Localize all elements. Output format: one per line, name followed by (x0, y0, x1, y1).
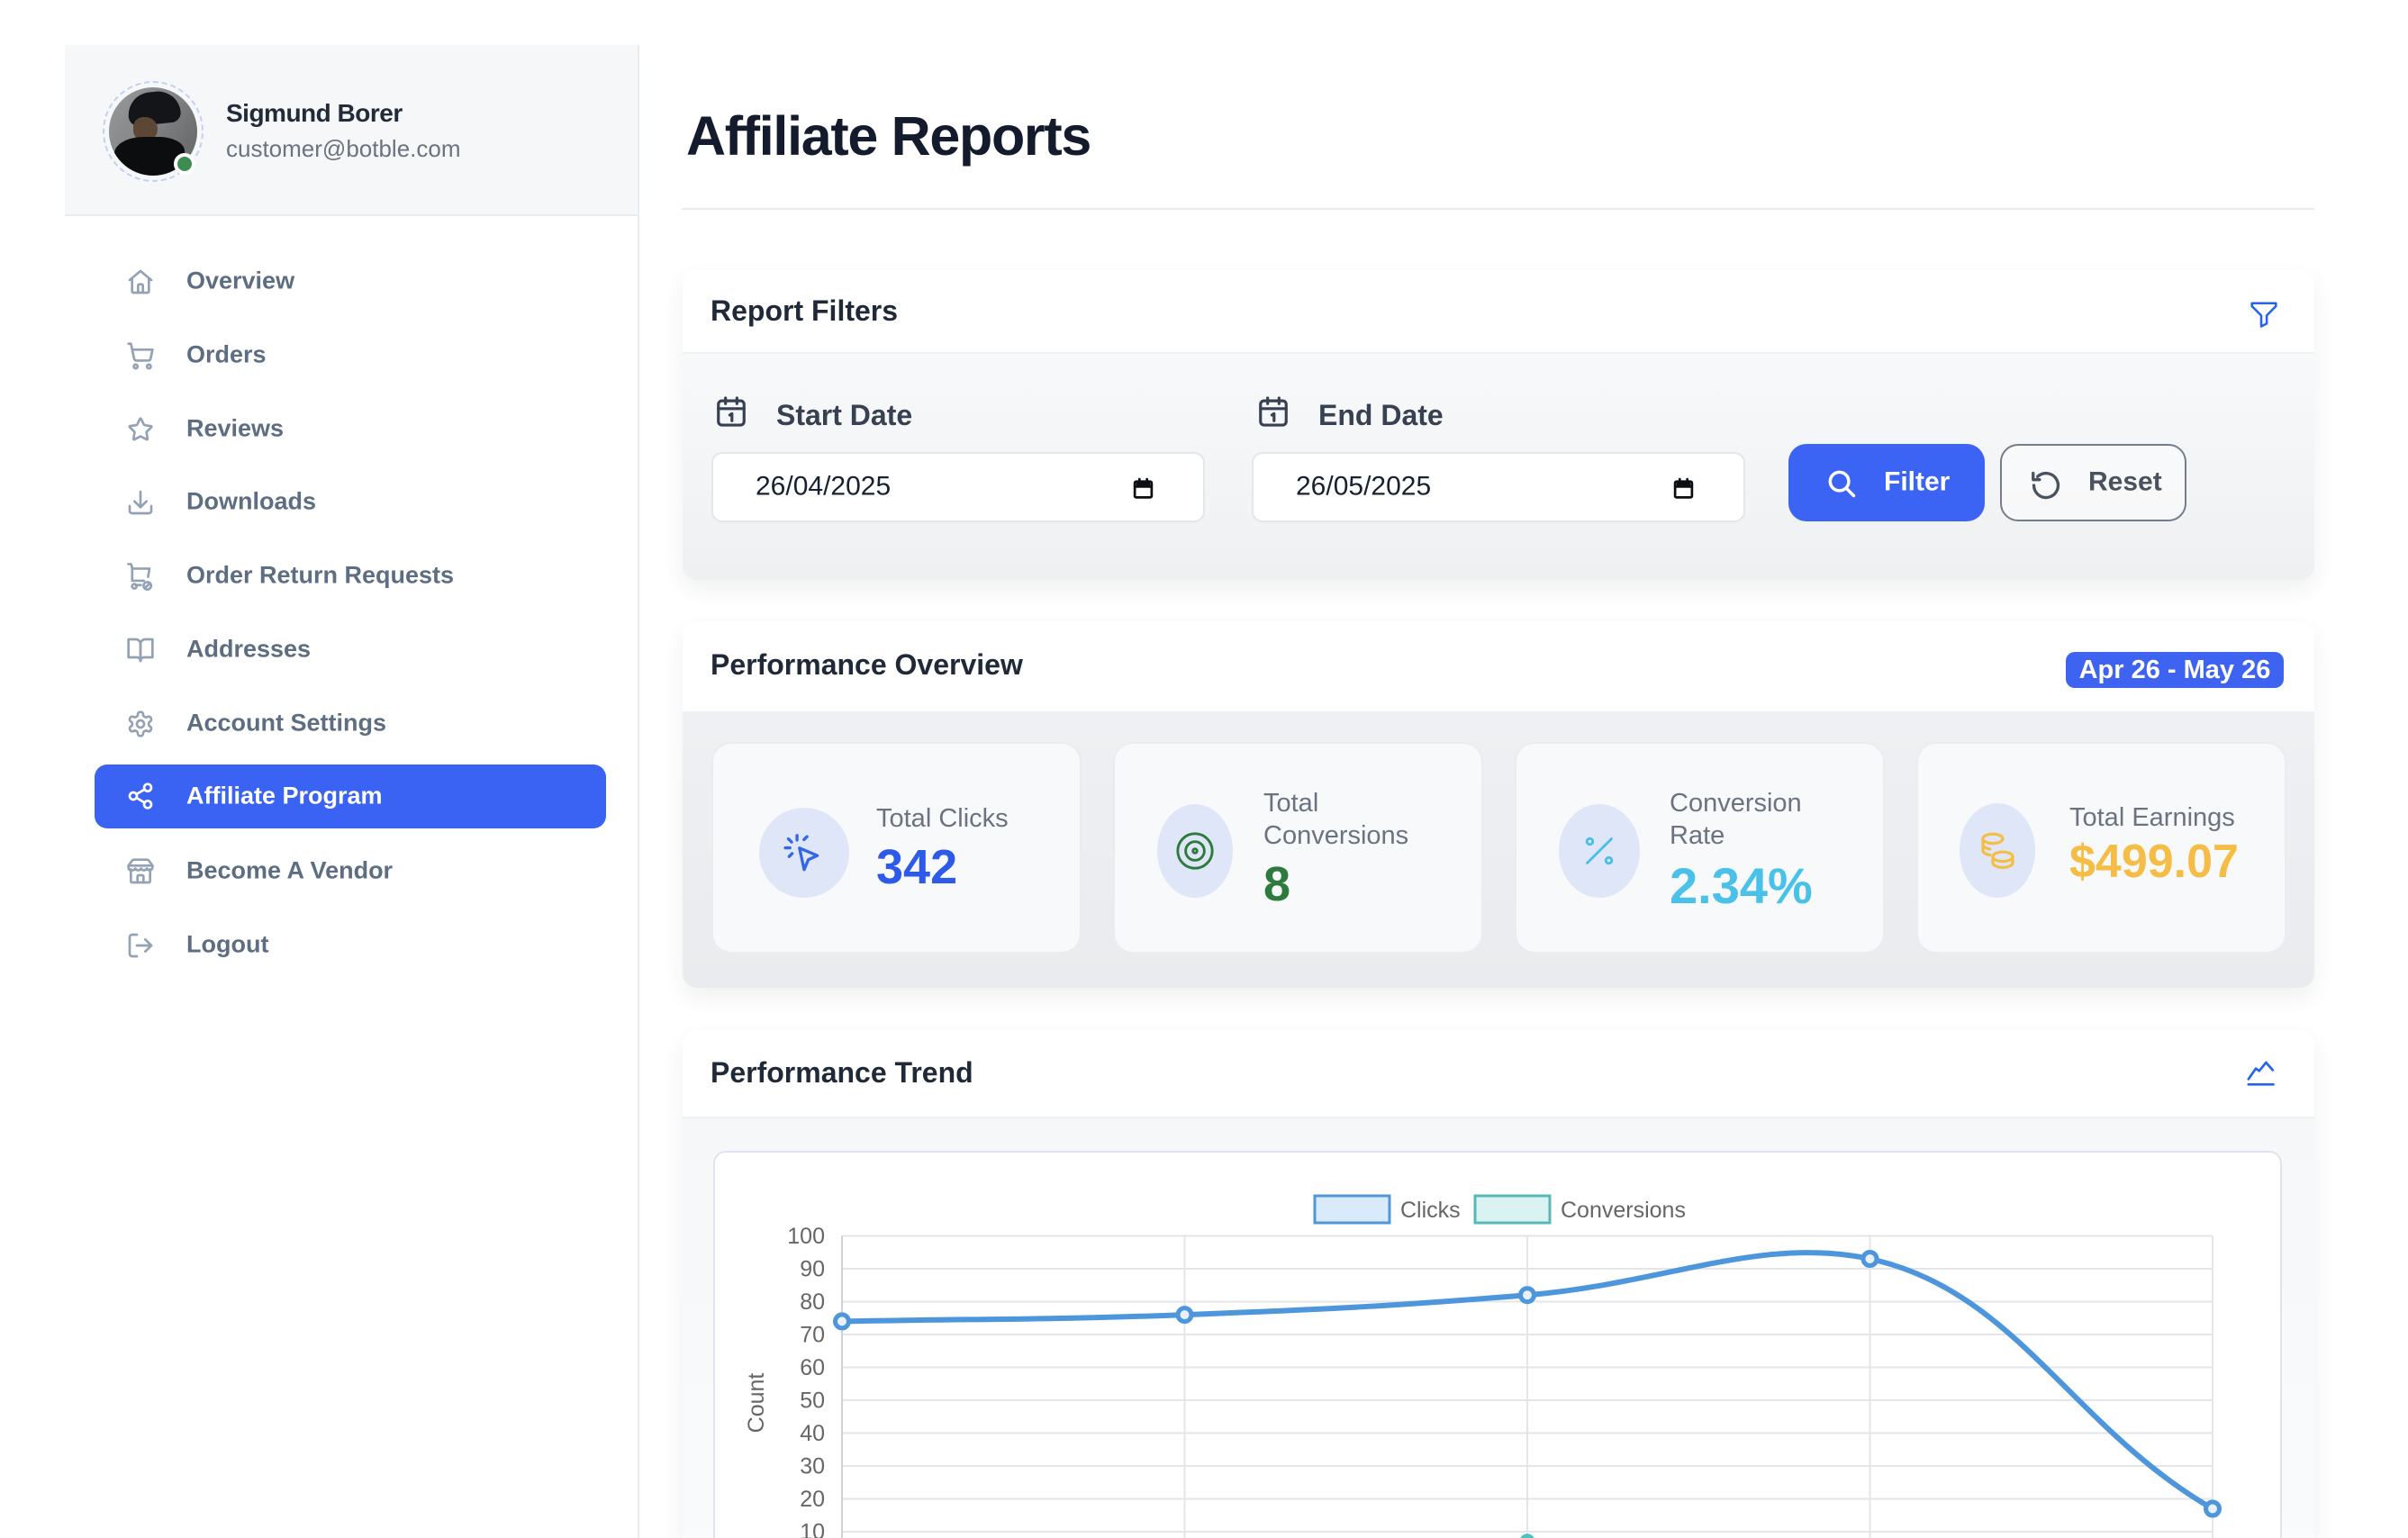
svg-text:Clicks: Clicks (1400, 1198, 1461, 1223)
svg-text:20: 20 (800, 1487, 825, 1512)
svg-text:10: 10 (800, 1520, 825, 1538)
svg-text:Conversions: Conversions (1561, 1198, 1686, 1223)
svg-text:Count: Count (744, 1373, 769, 1434)
svg-text:60: 60 (800, 1355, 825, 1380)
svg-text:80: 80 (800, 1289, 825, 1315)
svg-text:100: 100 (787, 1224, 825, 1249)
svg-text:50: 50 (800, 1389, 825, 1414)
svg-text:30: 30 (800, 1454, 825, 1479)
svg-text:40: 40 (800, 1421, 825, 1446)
svg-text:90: 90 (800, 1257, 825, 1282)
svg-text:70: 70 (800, 1323, 825, 1348)
